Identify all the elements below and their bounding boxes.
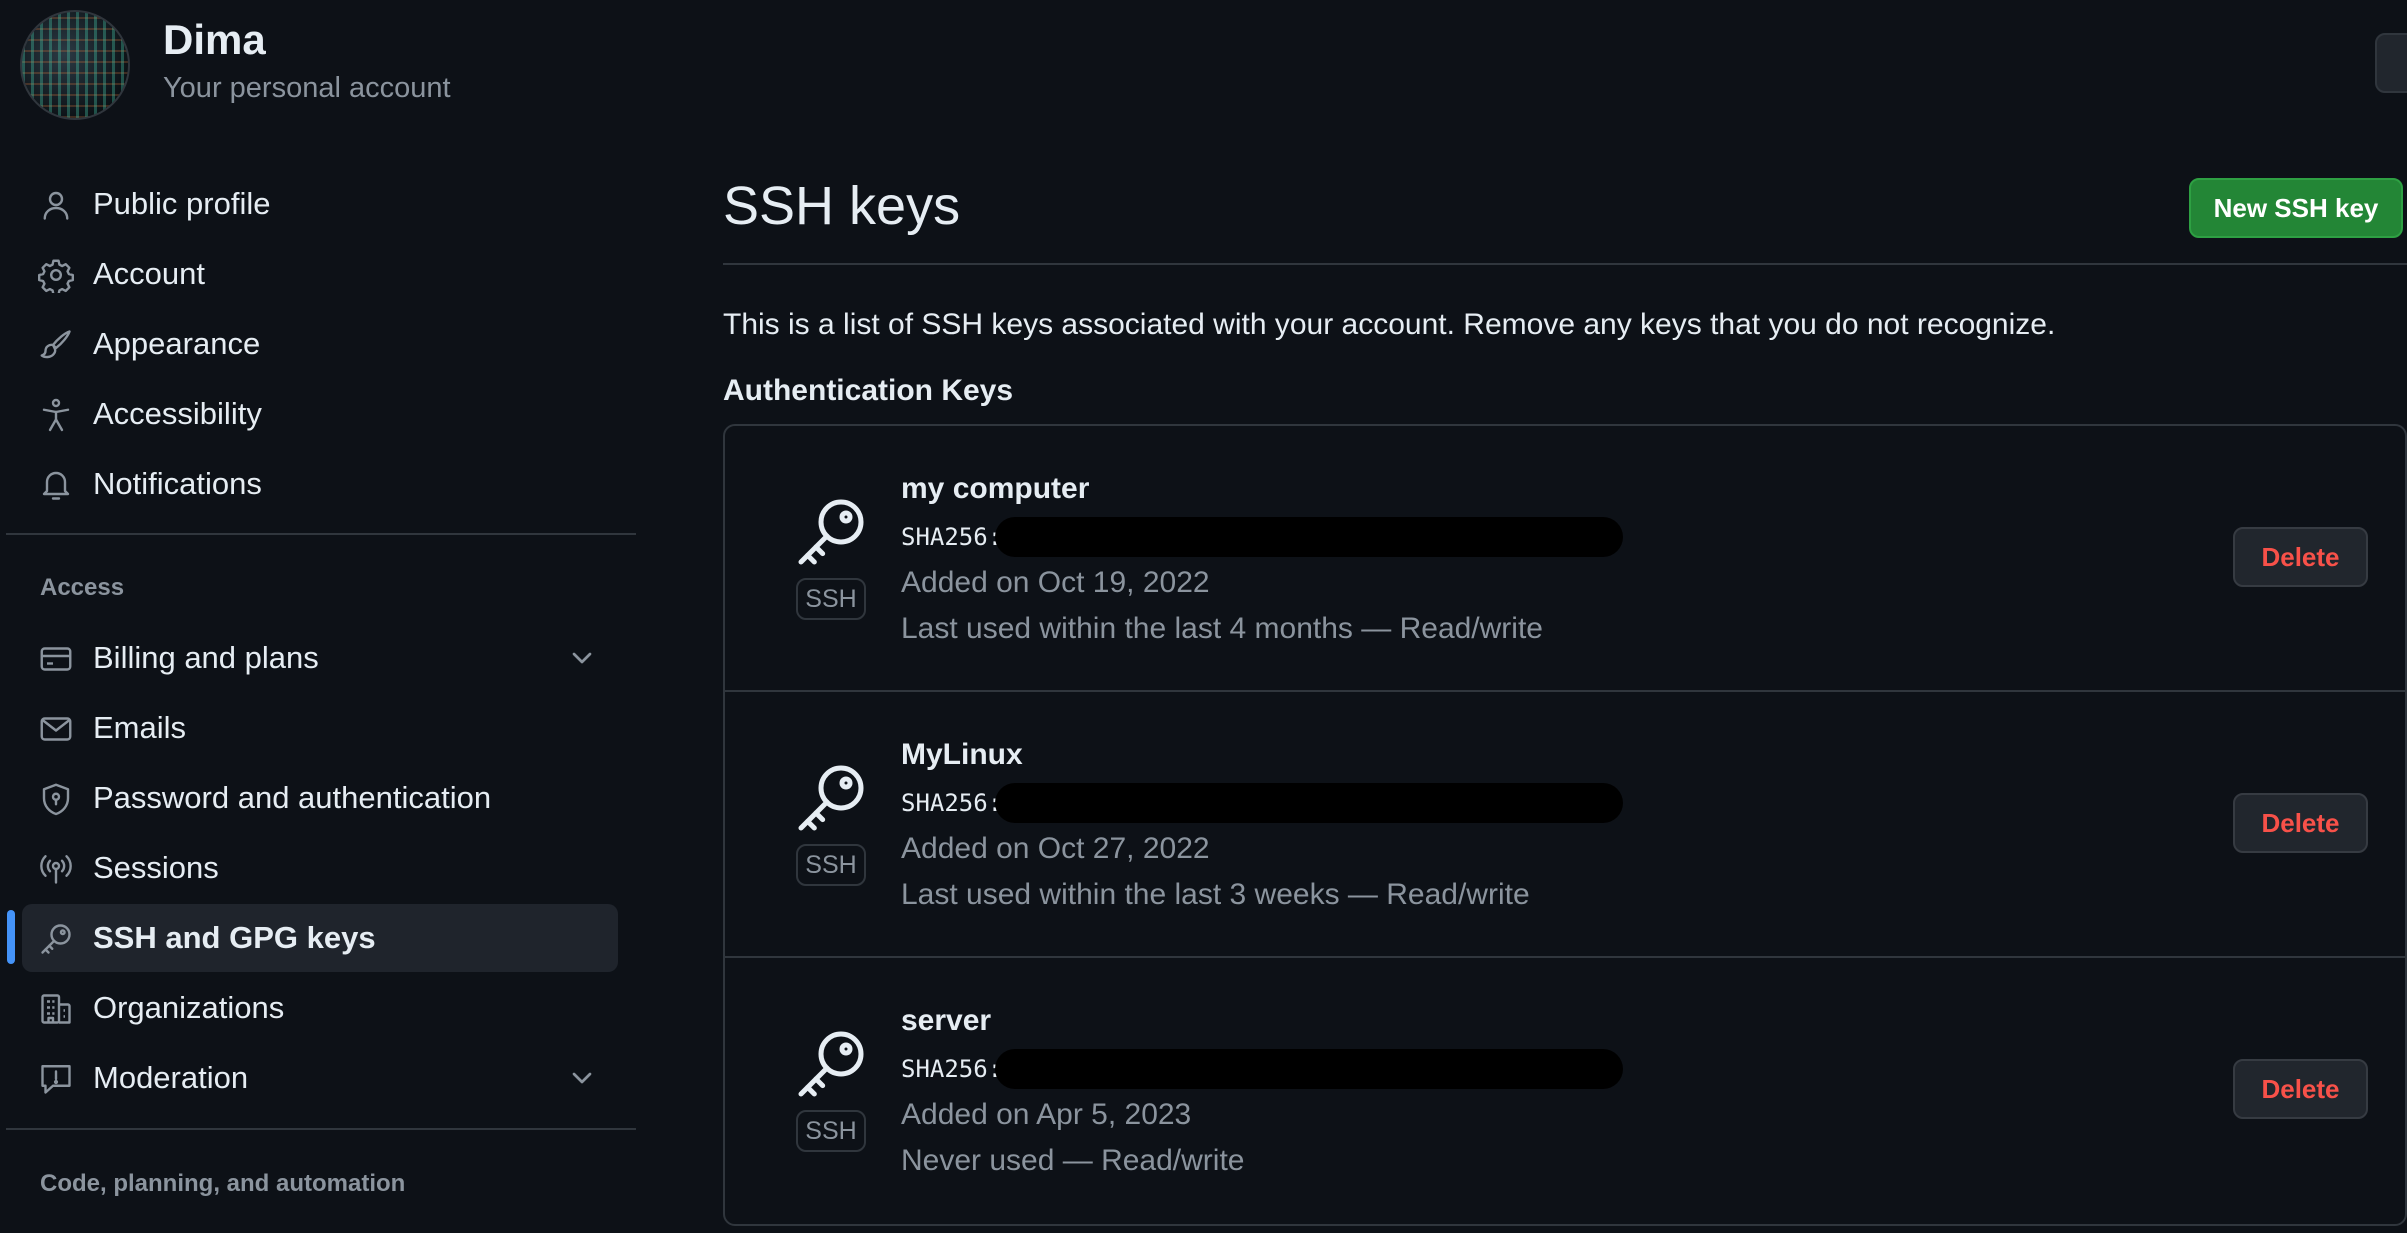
sidebar-item-label: Appearance — [93, 326, 261, 361]
sidebar-item-accessibility[interactable]: Accessibility — [22, 380, 618, 448]
person-icon — [38, 187, 74, 223]
fingerprint-label: SHA256: — [901, 789, 1003, 817]
new-ssh-key-button[interactable]: New SSH key — [2189, 178, 2403, 238]
sidebar-item-billing[interactable]: Billing and plans — [22, 624, 618, 692]
sidebar-item-account[interactable]: Account — [22, 240, 618, 308]
ssh-key-list: SSH my computer SHA256: Added on Oct 19,… — [723, 424, 2407, 1226]
settings-sidebar: Public profile Account Appearance Access… — [0, 0, 640, 1233]
mail-icon — [38, 711, 74, 747]
gear-icon — [37, 257, 74, 296]
key-icon — [38, 921, 74, 957]
redacted-fingerprint — [995, 783, 1623, 823]
key-added-date: Added on Apr 5, 2023 — [901, 1098, 1192, 1131]
sidebar-item-ssh-gpg-keys[interactable]: SSH and GPG keys — [22, 904, 618, 972]
sidebar-item-notifications[interactable]: Notifications — [22, 450, 618, 518]
sidebar-item-organizations[interactable]: Organizations — [22, 974, 618, 1042]
authentication-keys-heading: Authentication Keys — [723, 374, 1014, 407]
fingerprint-label: SHA256: — [901, 523, 1003, 551]
fingerprint-label: SHA256: — [901, 1055, 1003, 1083]
access-heading: Access — [40, 574, 125, 601]
report-icon — [38, 1061, 74, 1097]
organization-icon — [38, 991, 74, 1027]
sidebar-item-appearance[interactable]: Appearance — [22, 310, 618, 378]
ssh-key-row: SSH my computer SHA256: Added on Oct 19,… — [725, 426, 2405, 692]
key-icon — [791, 758, 871, 838]
key-title: server — [901, 1004, 992, 1037]
sidebar-item-moderation[interactable]: Moderation — [22, 1044, 618, 1112]
sidebar-item-label: Account — [93, 256, 206, 291]
sidebar-item-sessions[interactable]: Sessions — [22, 834, 618, 902]
go-to-profile-button[interactable] — [2375, 33, 2407, 93]
delete-key-button[interactable]: Delete — [2233, 1059, 2368, 1119]
key-added-date: Added on Oct 27, 2022 — [901, 832, 1210, 865]
shield-lock-icon — [38, 781, 74, 817]
key-last-used: Last used within the last 3 weeks — Read… — [901, 878, 1530, 911]
bell-icon — [38, 467, 74, 503]
sidebar-item-label: Public profile — [93, 186, 271, 221]
redacted-fingerprint — [995, 517, 1623, 557]
chevron-down-icon[interactable] — [566, 1062, 598, 1094]
sidebar-item-label: SSH and GPG keys — [93, 920, 376, 955]
key-title: my computer — [901, 472, 1090, 505]
delete-key-button[interactable]: Delete — [2233, 793, 2368, 853]
sidebar-item-label: Organizations — [93, 990, 285, 1025]
key-last-used: Last used within the last 4 months — Rea… — [901, 612, 1543, 645]
key-added-date: Added on Oct 19, 2022 — [901, 566, 1210, 599]
key-icon — [791, 1024, 871, 1104]
page-description: This is a list of SSH keys associated wi… — [723, 308, 2056, 341]
sidebar-item-label: Password and authentication — [93, 780, 492, 815]
accessibility-icon — [38, 397, 74, 433]
chevron-down-icon[interactable] — [566, 642, 598, 674]
ssh-badge: SSH — [796, 844, 866, 886]
broadcast-icon — [38, 851, 74, 887]
title-divider — [723, 263, 2407, 265]
delete-key-button[interactable]: Delete — [2233, 527, 2368, 587]
ssh-key-row: SSH server SHA256: Added on Apr 5, 2023 … — [725, 958, 2405, 1224]
sidebar-item-label: Accessibility — [93, 396, 262, 431]
sidebar-item-label: Moderation — [93, 1060, 249, 1095]
sidebar-divider — [6, 533, 636, 535]
ssh-badge: SSH — [796, 578, 866, 620]
sidebar-item-label: Notifications — [93, 466, 262, 501]
paintbrush-icon — [38, 327, 74, 363]
active-indicator — [7, 910, 15, 964]
sidebar-item-label: Sessions — [93, 850, 219, 885]
code-planning-heading: Code, planning, and automation — [40, 1170, 406, 1197]
ssh-badge: SSH — [796, 1110, 866, 1152]
page-title: SSH keys — [723, 176, 961, 236]
key-icon — [791, 492, 871, 572]
ssh-key-row: SSH MyLinux SHA256: Added on Oct 27, 202… — [725, 692, 2405, 958]
sidebar-divider — [6, 1128, 636, 1130]
key-title: MyLinux — [901, 738, 1023, 771]
sidebar-item-password-authentication[interactable]: Password and authentication — [22, 764, 618, 832]
sidebar-item-public-profile[interactable]: Public profile — [22, 170, 618, 238]
redacted-fingerprint — [995, 1049, 1623, 1089]
sidebar-item-label: Emails — [93, 710, 187, 745]
sidebar-item-label: Billing and plans — [93, 640, 319, 675]
credit-card-icon — [38, 641, 74, 677]
key-last-used: Never used — Read/write — [901, 1144, 1245, 1177]
sidebar-item-emails[interactable]: Emails — [22, 694, 618, 762]
